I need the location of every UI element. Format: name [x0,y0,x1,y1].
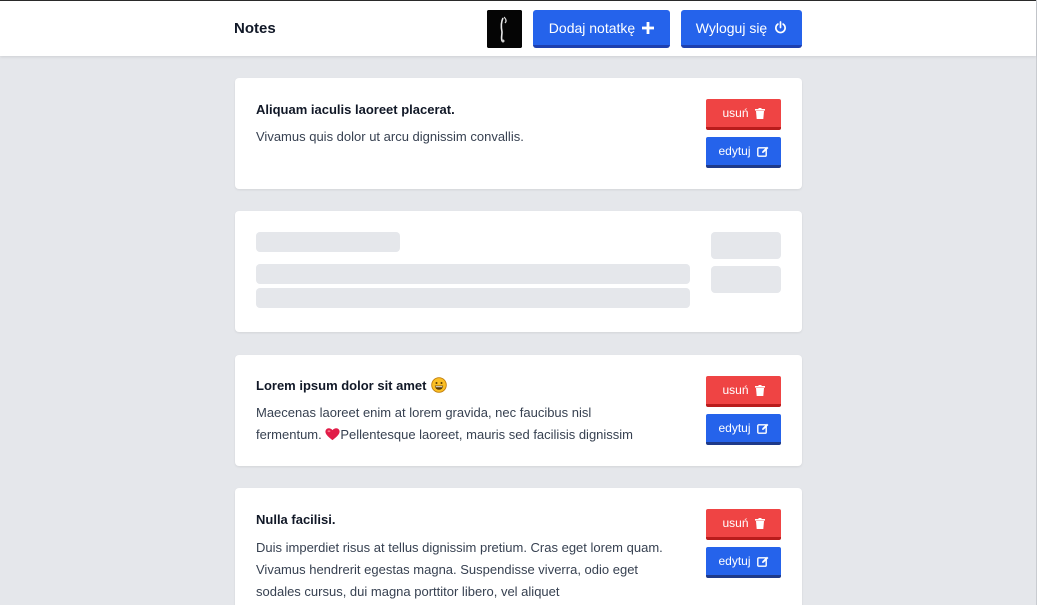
logout-button[interactable]: Wyloguj się [681,10,802,48]
note-card: Lorem ipsum dolor sit amet Maecenas laor… [235,355,802,466]
skeleton-line [256,288,690,308]
delete-label: usuń [722,383,749,397]
grinning-face-icon [431,377,448,393]
edit-note-button[interactable]: edytuj [706,547,781,578]
note-body: Duis imperdiet risus at tellus dignissim… [256,540,663,599]
trash-icon [754,107,765,119]
note-card: Aliquam iaculis laoreet placerat. Vivamu… [235,78,802,189]
note-body-line: Maecenas laoreet enim at lorem gravida, … [256,405,592,420]
note-title: Lorem ipsum dolor sit amet [256,377,427,393]
trash-icon [754,517,765,529]
avatar[interactable] [487,10,522,48]
edit-icon [756,556,768,567]
note-body-segment: Pellentesque laoreet, mauris sed facilis… [340,427,634,442]
edit-icon [756,423,768,434]
note-card: Nulla facilisi. Duis imperdiet risus at … [235,488,802,605]
edit-label: edytuj [718,144,751,158]
delete-label: usuń [722,516,749,530]
skeleton-button [711,232,781,259]
delete-label: usuń [722,106,749,120]
note-card-skeleton [235,211,802,332]
note-body: Maecenas laoreet enim at lorem gravida, … [256,402,696,446]
edit-label: edytuj [718,554,751,568]
skeleton-line [256,264,690,284]
edit-icon [756,146,768,157]
avatar-image [487,10,522,48]
trash-icon [754,384,765,396]
edit-note-button[interactable]: edytuj [706,137,781,168]
delete-note-button[interactable]: usuń [706,376,781,407]
plus-icon [642,21,655,34]
add-note-label: Dodaj notatkę [548,19,636,36]
logout-label: Wyloguj się [695,19,768,36]
edit-label: edytuj [718,421,751,435]
heart-icon [325,428,340,441]
note-body-line: fermentum. Pellentesque laoreet, mauris … [256,424,696,446]
note-body: Vivamus quis dolor ut arcu dignissim con… [256,129,524,144]
top-navbar: Notes Dodaj notatkę Wyloguj się [0,1,1036,56]
delete-note-button[interactable]: usuń [706,99,781,130]
note-title-row: Lorem ipsum dolor sit amet [256,377,448,393]
brand-title: Notes [234,20,276,37]
edit-note-button[interactable]: edytuj [706,414,781,445]
note-title: Aliquam iaculis laoreet placerat. [256,102,455,117]
note-title: Nulla facilisi. [256,512,336,527]
delete-note-button[interactable]: usuń [706,509,781,540]
skeleton-title [256,232,400,252]
add-note-button[interactable]: Dodaj notatkę [533,10,670,48]
power-icon [775,21,787,34]
note-body-segment: fermentum. [256,427,322,442]
skeleton-button [711,266,781,293]
